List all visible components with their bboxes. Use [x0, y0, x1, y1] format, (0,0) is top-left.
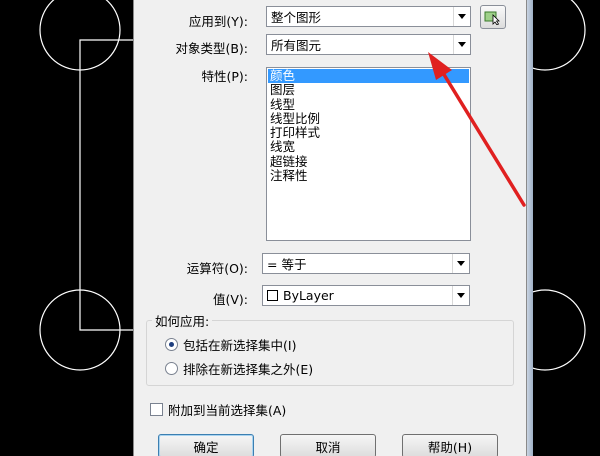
chevron-down-icon[interactable] — [452, 254, 469, 273]
ok-button[interactable]: 确定 — [158, 434, 254, 456]
chevron-down-icon[interactable] — [453, 35, 470, 54]
append-checkbox[interactable] — [150, 403, 163, 416]
apply-to-value: 整个图形 — [271, 10, 322, 25]
operator-dropdown[interactable]: = 等于 — [262, 253, 470, 274]
object-type-dropdown[interactable]: 所有图元 — [266, 34, 471, 55]
value-dropdown[interactable]: ByLayer — [262, 285, 470, 306]
list-item[interactable]: 线宽 — [268, 140, 469, 155]
list-item[interactable]: 线型 — [268, 97, 469, 112]
color-swatch — [267, 290, 278, 301]
exclude-radio-option[interactable]: 排除在新选择集之外(E) — [165, 359, 313, 378]
operator-label: 运算符(O): — [186, 261, 248, 276]
list-item[interactable]: 颜色 — [268, 68, 469, 84]
list-item[interactable]: 超链接 — [268, 154, 469, 169]
help-button[interactable]: 帮助(H) — [402, 434, 498, 456]
list-item[interactable]: 线型比例 — [268, 111, 469, 126]
object-type-label: 对象类型(B): — [175, 41, 248, 56]
chevron-down-icon[interactable] — [453, 7, 470, 26]
list-item[interactable]: 打印样式 — [268, 125, 469, 140]
dialog-frame-edge — [527, 0, 533, 456]
exclude-radio-label: 排除在新选择集之外(E) — [183, 362, 314, 377]
value-value: ByLayer — [283, 288, 334, 303]
radio-button-selected[interactable] — [165, 338, 178, 351]
object-type-value: 所有图元 — [271, 38, 322, 53]
list-item[interactable]: 注释性 — [268, 168, 469, 183]
properties-listbox[interactable]: 颜色 图层 线型 线型比例 打印样式 线宽 超链接 注释性 — [266, 67, 471, 241]
how-to-apply-title: 如何应用: — [152, 311, 213, 330]
cancel-button[interactable]: 取消 — [280, 434, 376, 456]
append-checkbox-row[interactable]: 附加到当前选择集(A) — [150, 400, 286, 419]
value-label: 值(V): — [212, 292, 248, 307]
apply-to-label: 应用到(Y): — [188, 14, 248, 29]
radio-button[interactable] — [165, 362, 178, 375]
properties-label: 特性(P): — [201, 69, 248, 84]
include-radio-option[interactable]: 包括在新选择集中(I) — [165, 335, 296, 354]
append-checkbox-label: 附加到当前选择集(A) — [168, 403, 287, 418]
list-item[interactable]: 图层 — [268, 82, 469, 97]
select-objects-icon — [484, 11, 500, 25]
chevron-down-icon[interactable] — [452, 286, 469, 305]
apply-to-dropdown[interactable]: 整个图形 — [266, 6, 471, 27]
operator-value: = 等于 — [267, 257, 307, 272]
select-objects-button[interactable] — [480, 5, 506, 29]
include-radio-label: 包括在新选择集中(I) — [183, 338, 297, 353]
